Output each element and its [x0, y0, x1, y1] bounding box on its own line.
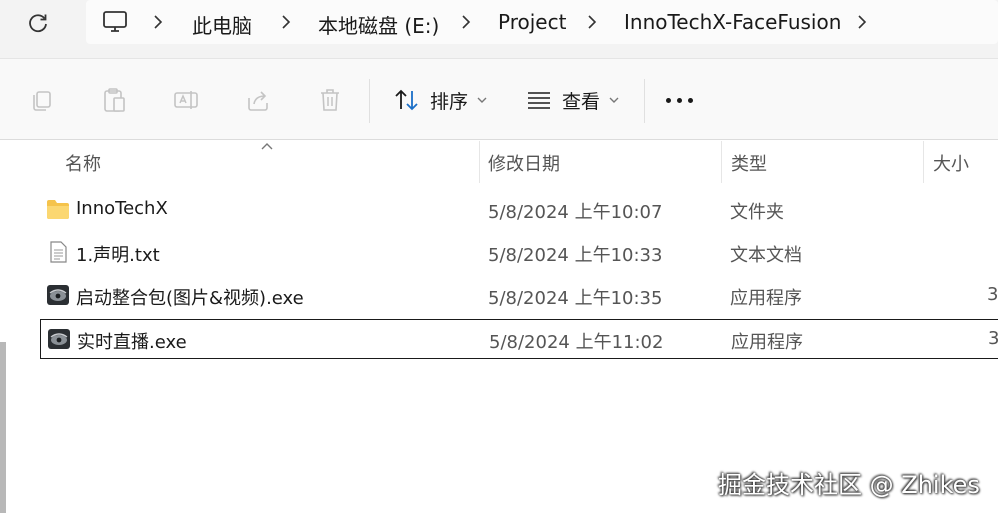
column-header-date[interactable]: 修改日期 [488, 150, 560, 176]
share-icon[interactable] [244, 86, 272, 114]
column-header-name[interactable]: 名称 [65, 150, 101, 176]
view-list-icon [528, 92, 550, 109]
file-row[interactable]: 1.声明.txt 5/8/2024 上午10:33 文本文档 [40, 233, 998, 273]
breadcrumb-this-pc[interactable]: 此电脑 [192, 10, 252, 39]
command-bar: 排序 查看 [0, 58, 998, 140]
column-header-type[interactable]: 类型 [731, 150, 767, 176]
sort-label: 排序 [430, 90, 469, 113]
file-date: 5/8/2024 上午10:07 [488, 202, 663, 223]
file-row-selected[interactable]: 实时直播.exe 5/8/2024 上午11:02 应用程序 3 [40, 319, 998, 359]
chevron-down-icon [477, 97, 487, 103]
file-name: 启动整合包(图片&视频).exe [76, 288, 304, 309]
column-divider[interactable] [479, 141, 480, 183]
copy-icon[interactable] [28, 86, 56, 114]
file-name: 实时直播.exe [77, 332, 187, 353]
more-dot [688, 97, 693, 103]
address-bar: 此电脑 本地磁盘 (E:) Project InnoTechX-FaceFusi… [0, 0, 998, 58]
column-header-row: 名称 修改日期 类型 大小 [0, 141, 998, 183]
file-date: 5/8/2024 上午10:33 [488, 245, 663, 266]
breadcrumb[interactable]: 此电脑 本地磁盘 (E:) Project InnoTechX-FaceFusi… [86, 0, 998, 44]
view-button[interactable]: 查看 [526, 83, 620, 117]
chevron-right-icon[interactable] [280, 13, 292, 31]
folder-icon [47, 200, 69, 219]
refresh-button[interactable] [24, 9, 52, 37]
more-options-button[interactable] [666, 93, 698, 107]
navigation-pane-scrollbar[interactable] [0, 342, 6, 513]
file-row[interactable]: 启动整合包(图片&视频).exe 5/8/2024 上午10:35 应用程序 3 [40, 276, 998, 316]
delete-icon[interactable] [316, 86, 344, 114]
breadcrumb-project[interactable]: Project [498, 10, 566, 34]
view-label: 查看 [562, 90, 601, 113]
sort-icon [395, 89, 418, 111]
file-date: 5/8/2024 上午11:02 [489, 332, 664, 353]
text-file-icon [50, 241, 67, 263]
file-row[interactable]: InnoTechX 5/8/2024 上午10:07 文件夹 [40, 190, 998, 230]
sort-button[interactable]: 排序 [394, 83, 488, 117]
file-name: InnoTechX [76, 198, 168, 219]
watermark: 掘金技术社区 @ Zhikes [718, 471, 980, 499]
chevron-right-icon[interactable] [152, 13, 164, 31]
computer-icon[interactable] [102, 10, 128, 34]
toolbar-divider [644, 79, 645, 123]
file-type: 文件夹 [730, 202, 784, 223]
file-type: 应用程序 [730, 288, 802, 309]
more-dot [666, 97, 671, 103]
chevron-right-icon[interactable] [586, 13, 598, 31]
breadcrumb-local-disk[interactable]: 本地磁盘 (E:) [318, 10, 439, 39]
chevron-right-icon[interactable] [460, 13, 472, 31]
chevron-down-icon [609, 97, 619, 103]
file-type: 应用程序 [731, 332, 803, 353]
toolbar-divider [369, 79, 370, 123]
chevron-right-icon[interactable] [856, 13, 868, 31]
column-divider[interactable] [721, 141, 722, 183]
file-size: 3 [987, 284, 998, 305]
file-name: 1.声明.txt [76, 245, 160, 266]
file-date: 5/8/2024 上午10:35 [488, 288, 663, 309]
app-icon [47, 285, 69, 305]
paste-icon[interactable] [100, 86, 128, 114]
rename-icon[interactable] [172, 86, 200, 114]
app-icon [48, 329, 70, 349]
column-divider[interactable] [923, 141, 924, 183]
file-size: 3 [988, 328, 998, 349]
breadcrumb-current-folder[interactable]: InnoTechX-FaceFusion [624, 10, 841, 34]
column-header-size[interactable]: 大小 [933, 150, 969, 176]
file-type: 文本文档 [730, 245, 802, 266]
more-dot [677, 97, 682, 103]
sort-ascending-icon [261, 143, 273, 150]
refresh-icon [29, 14, 47, 33]
